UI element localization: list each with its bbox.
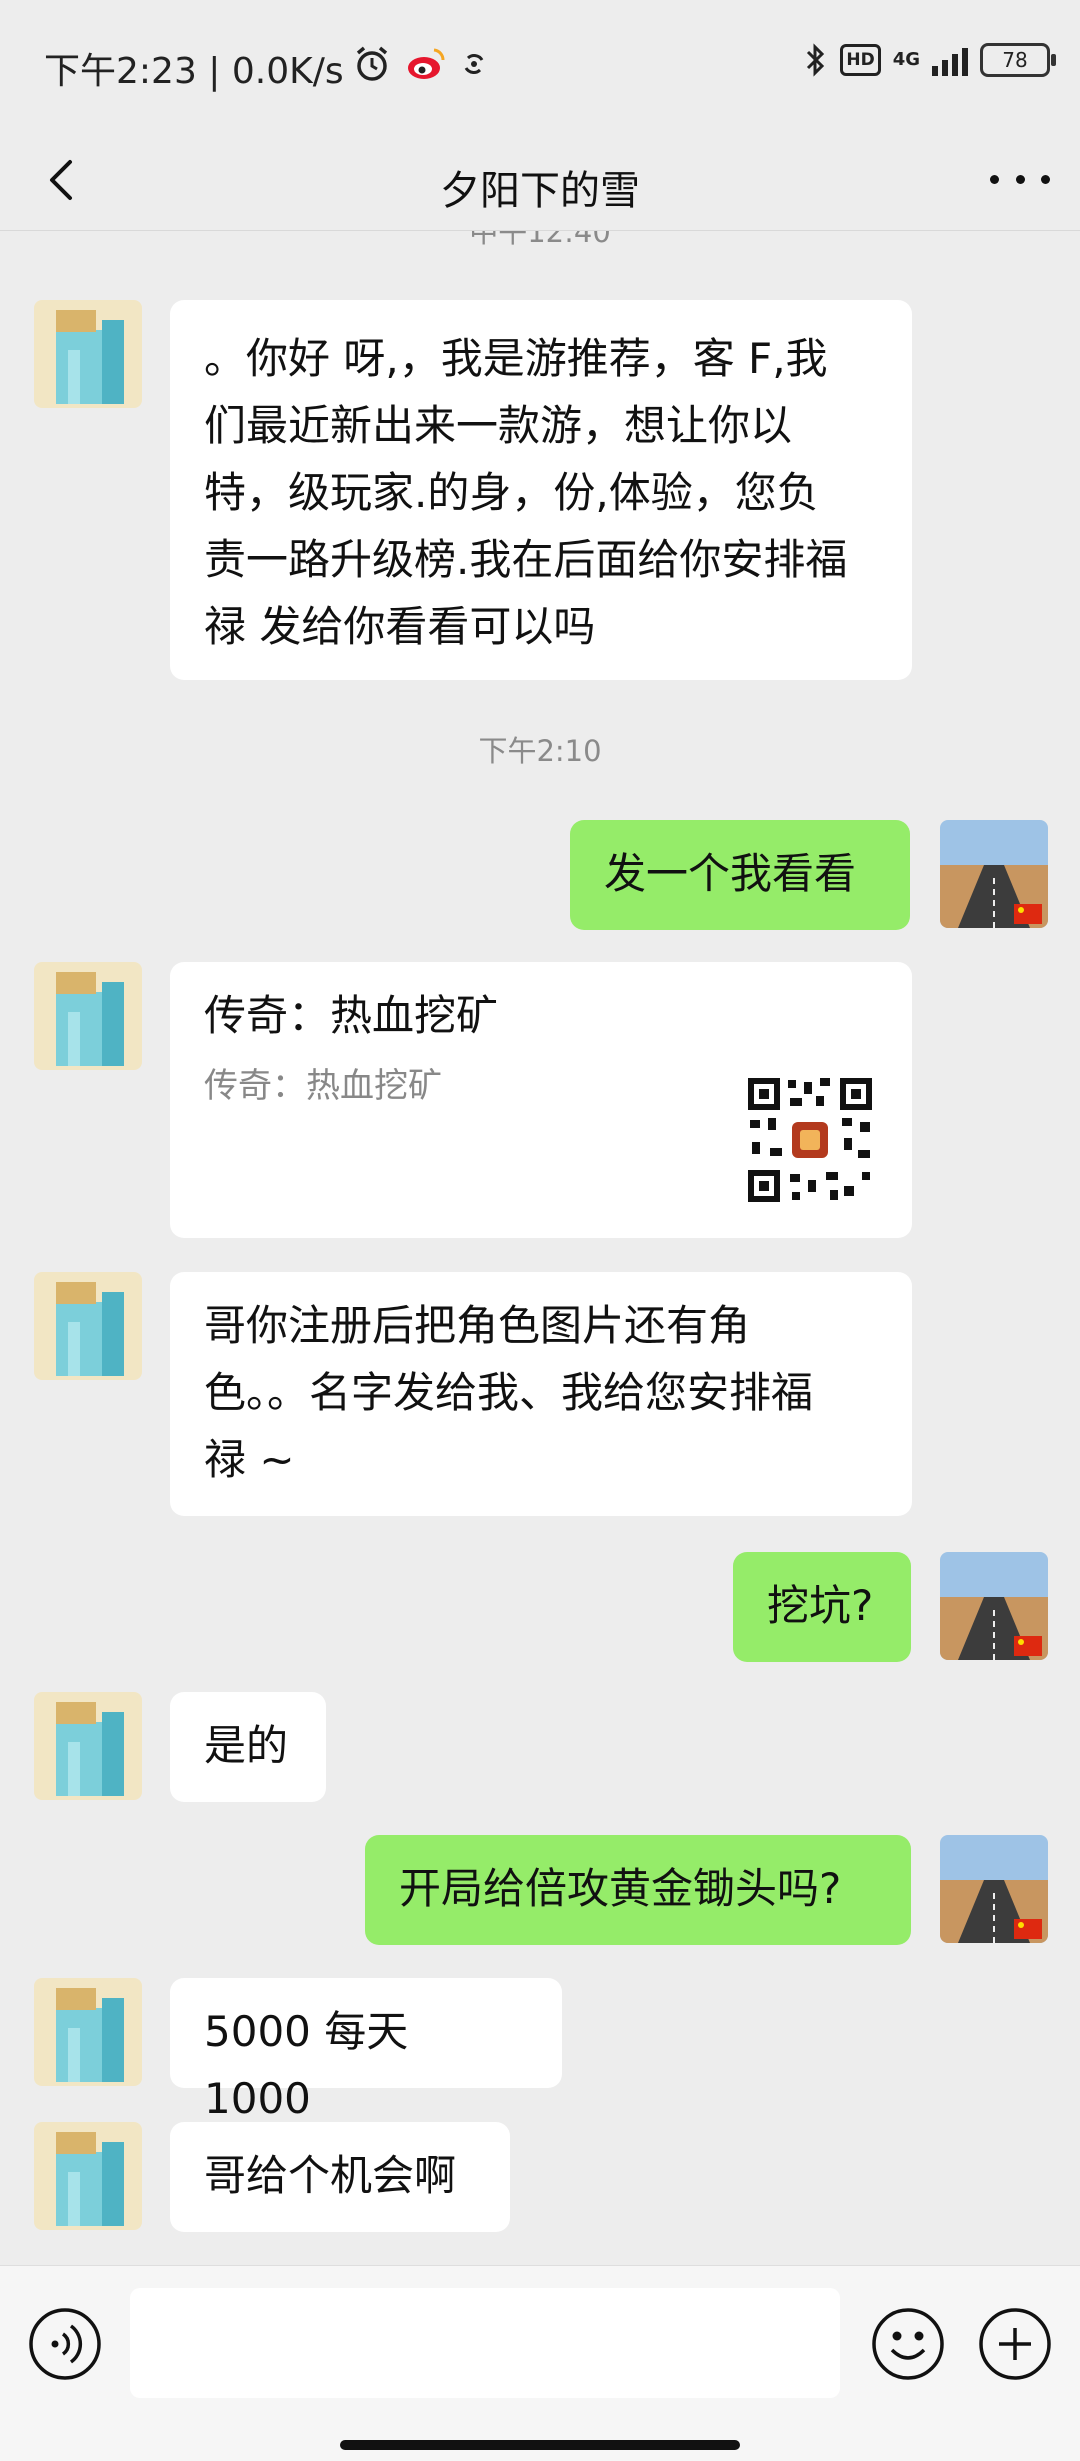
contact-avatar[interactable]: [34, 1272, 142, 1380]
message-bubble[interactable]: 是的: [170, 1692, 326, 1802]
status-bar: 下午2:23 | 0.0K/s HD 4G 78: [0, 0, 1080, 135]
more-dots-icon[interactable]: [990, 154, 1050, 204]
plus-icon[interactable]: [977, 2306, 1053, 2382]
message-bubble[interactable]: 哥你注册后把角色图片还有角 色。。名字发给我、我给您安排福 禄 ~: [170, 1272, 912, 1516]
qr-code-icon: [746, 1076, 874, 1204]
signal-icon: [932, 44, 968, 76]
message-bubble-outgoing[interactable]: 发一个我看看: [570, 820, 910, 930]
contact-avatar[interactable]: [34, 1978, 142, 2086]
home-indicator[interactable]: [340, 2440, 740, 2450]
link-card[interactable]: 传奇：热血挖矿 传奇：热血挖矿: [170, 962, 912, 1238]
my-avatar[interactable]: [940, 1835, 1048, 1943]
timestamp: 下午2:10: [478, 734, 602, 768]
card-title: 传奇：热血挖矿: [204, 991, 499, 1040]
message-input[interactable]: [130, 2288, 840, 2398]
contact-avatar[interactable]: [34, 1692, 142, 1800]
page-title: 夕阳下的雪: [440, 168, 640, 214]
bluetooth-icon: [807, 43, 825, 77]
voice-icon[interactable]: [27, 2306, 103, 2382]
message-bubble[interactable]: 哥给个机会啊: [170, 2122, 510, 2232]
message-bubble[interactable]: 5000 每天 1000: [170, 1978, 562, 2123]
alarm-icon: [356, 46, 388, 81]
weibo-icon: [408, 48, 445, 79]
card-subtitle: 传奇：热血挖矿: [204, 1066, 442, 1106]
sync-icon: [464, 54, 484, 74]
battery-indicator: 78: [980, 43, 1056, 77]
message-bubble-outgoing[interactable]: 开局给倍攻黄金锄头吗?: [365, 1835, 911, 1945]
contact-avatar[interactable]: [34, 962, 142, 1070]
message-bubble[interactable]: 。你好 呀,，我是游推荐，客 F,我 们最近新出来一款游，想让你以 特，级玩家.…: [170, 300, 912, 680]
timestamp-partial: 中午12:40: [0, 231, 1080, 245]
input-bar: [0, 2265, 1080, 2461]
hd-badge: HD: [840, 44, 881, 76]
my-avatar[interactable]: [940, 1552, 1048, 1660]
message-bubble-outgoing[interactable]: 挖坑?: [733, 1552, 911, 1662]
emoji-icon[interactable]: [870, 2306, 946, 2382]
contact-avatar[interactable]: [34, 300, 142, 408]
contact-avatar[interactable]: [34, 2122, 142, 2230]
my-avatar[interactable]: [940, 820, 1048, 928]
status-time: 下午2:23 | 0.0K/s: [44, 51, 344, 92]
network-type: 4G: [892, 49, 920, 70]
chat-header: 夕阳下的雪: [0, 130, 1080, 230]
